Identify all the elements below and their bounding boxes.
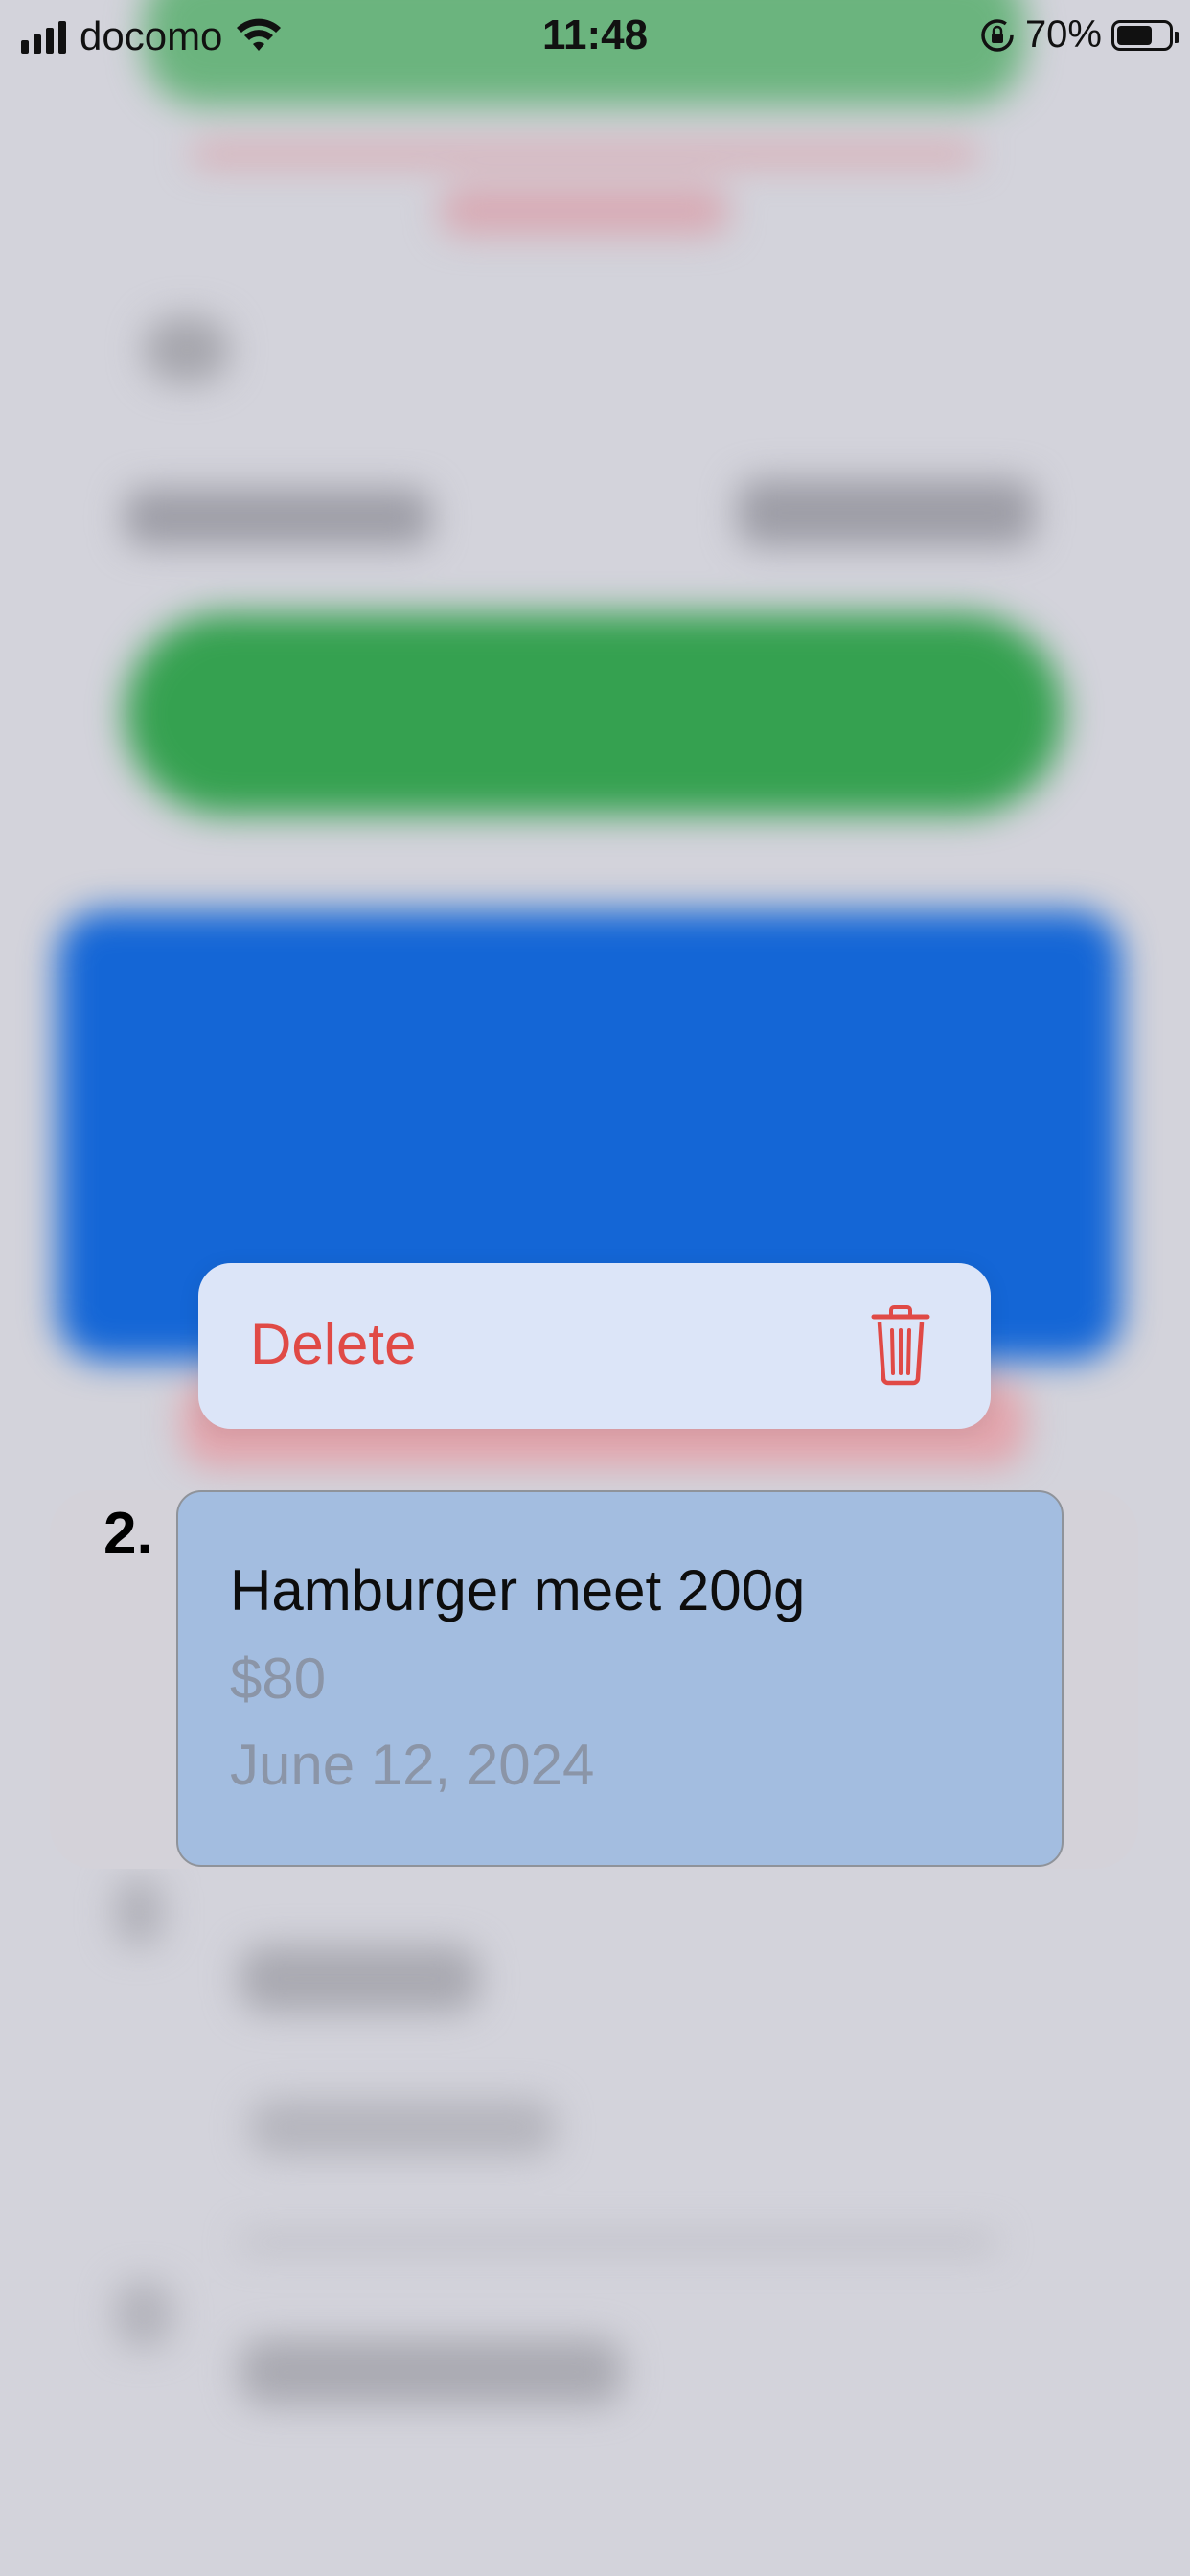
blurred-list-index bbox=[115, 2281, 172, 2348]
battery-icon bbox=[1111, 19, 1179, 51]
blurred-icon bbox=[144, 316, 230, 383]
selected-list-item[interactable]: 2. Hamburger meet 200g $80 June 12, 2024 bbox=[50, 1490, 1138, 1869]
item-date: June 12, 2024 bbox=[230, 1733, 595, 1797]
status-bar: docomo 11:48 70% bbox=[0, 0, 1190, 77]
blurred-red-text bbox=[441, 187, 728, 235]
blurred-red-line bbox=[192, 144, 977, 165]
trash-icon bbox=[871, 1305, 930, 1386]
item-price: $80 bbox=[230, 1646, 327, 1711]
context-menu: Delete bbox=[198, 1263, 991, 1429]
orientation-lock-icon bbox=[981, 18, 1014, 52]
blurred-divider bbox=[240, 2233, 996, 2252]
battery-percent: 70% bbox=[1024, 13, 1102, 56]
blurred-row-left bbox=[125, 489, 431, 546]
blurred-row-right bbox=[738, 479, 1035, 546]
delete-label: Delete bbox=[250, 1312, 417, 1376]
battery-level bbox=[1117, 25, 1152, 45]
blurred-list-subtitle bbox=[249, 2099, 556, 2156]
item-card[interactable]: Hamburger meet 200g $80 June 12, 2024 bbox=[176, 1490, 1064, 1867]
item-name: Hamburger meet 200g bbox=[230, 1558, 806, 1622]
item-index: 2. bbox=[103, 1501, 153, 1567]
blurred-list-title bbox=[240, 1945, 479, 2012]
status-right: 70% bbox=[979, 13, 1179, 57]
blurred-green-button bbox=[125, 613, 1064, 815]
blurred-list-title bbox=[240, 2338, 623, 2405]
blurred-list-index bbox=[115, 1878, 163, 1945]
